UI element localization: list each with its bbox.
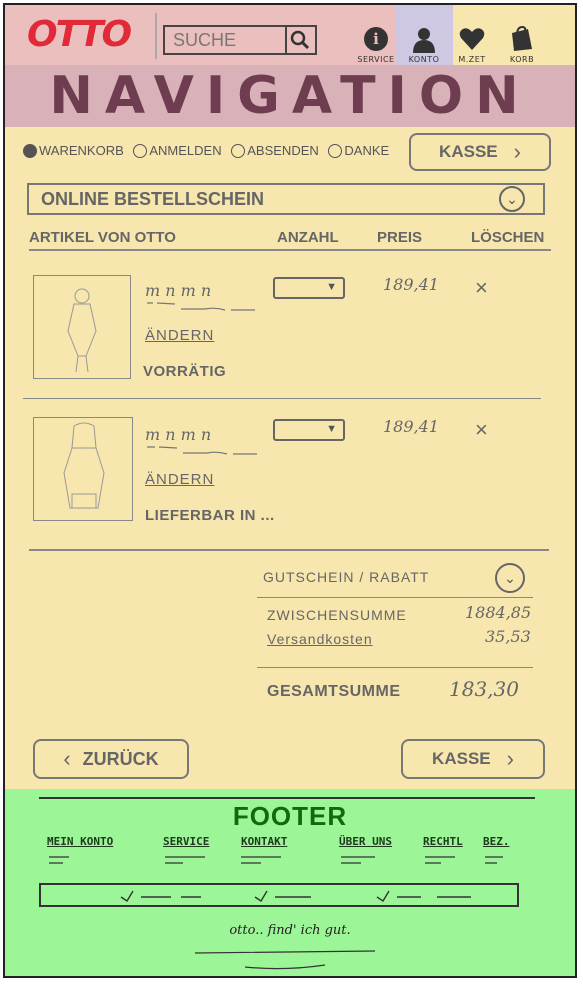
chevron-down-icon[interactable]: ⌄ bbox=[499, 186, 525, 212]
total-value: 183,30 bbox=[449, 677, 519, 701]
page-frame: OTTO i SERVICE KONTO M.ZET bbox=[3, 3, 577, 978]
footer-title: FOOTER bbox=[232, 801, 348, 831]
kasse-bottom-button[interactable]: KASSE › bbox=[401, 739, 545, 779]
subtotal-label: ZWISCHENSUMME bbox=[267, 607, 407, 623]
product-image[interactable] bbox=[33, 275, 131, 379]
shipping-link[interactable]: Versandkosten bbox=[267, 631, 373, 647]
header-divider bbox=[155, 13, 157, 59]
footer-bottom-scribble bbox=[194, 950, 376, 970]
step-label: DANKE bbox=[344, 143, 390, 158]
items-end-divider bbox=[29, 549, 549, 551]
order-form-dropdown[interactable]: ONLINE BESTELLSCHEIN ⌄ bbox=[27, 183, 545, 215]
product-description-scribble bbox=[147, 302, 255, 311]
service-icon: i bbox=[364, 27, 388, 51]
delete-icon[interactable]: × bbox=[475, 417, 488, 443]
shopping-bag-icon bbox=[512, 25, 532, 51]
voucher-divider bbox=[257, 597, 533, 598]
otto-logo[interactable]: OTTO bbox=[27, 13, 132, 57]
footer-link-ueber-uns[interactable]: ÜBER UNS bbox=[339, 835, 392, 848]
item-price: 189,41 bbox=[383, 417, 439, 436]
search-button[interactable] bbox=[285, 27, 315, 53]
footer-link-kontakt[interactable]: KONTAKT bbox=[241, 835, 287, 848]
step-danke[interactable]: DANKE bbox=[328, 143, 389, 158]
chevron-right-icon: › bbox=[513, 139, 521, 164]
footer-payment-bar bbox=[39, 883, 519, 907]
dress-sketch bbox=[63, 422, 105, 509]
konto-icon bbox=[413, 28, 435, 53]
search-input[interactable] bbox=[165, 27, 285, 53]
step-label: WARENKORB bbox=[39, 143, 124, 158]
chevron-left-icon: ‹ bbox=[63, 746, 71, 771]
step-anmelden[interactable]: ANMELDEN bbox=[133, 143, 222, 158]
product-description-scribble bbox=[147, 446, 257, 455]
order-form-title: ONLINE BESTELLSCHEIN bbox=[41, 189, 265, 209]
back-label: ZURÜCK bbox=[82, 748, 159, 769]
kasse-top-label: KASSE bbox=[439, 142, 498, 161]
product-image[interactable] bbox=[33, 417, 133, 521]
footer-top-line bbox=[39, 797, 535, 799]
checkout-steps: WARENKORB ANMELDEN ABSENDEN DANKE bbox=[23, 143, 395, 161]
footer-link-underscribbles bbox=[49, 856, 503, 864]
dress-sketch bbox=[67, 288, 97, 373]
edit-link[interactable]: ÄNDERN bbox=[145, 327, 214, 344]
shipping-value: 35,53 bbox=[485, 627, 531, 646]
dropdown-arrow-icon: ▼ bbox=[326, 281, 337, 293]
footer-link-bez[interactable]: BEZ. bbox=[483, 835, 510, 848]
footer-link-service[interactable]: SERVICE bbox=[163, 835, 209, 848]
subtotal-value: 1884,85 bbox=[465, 603, 532, 622]
product-name-scribble: m n m n bbox=[145, 425, 212, 444]
item-divider bbox=[23, 398, 541, 399]
step-radio bbox=[133, 143, 148, 158]
footer-link-mein-konto[interactable]: MEIN KONTO bbox=[47, 835, 113, 848]
search-box bbox=[163, 25, 317, 55]
step-radio bbox=[328, 143, 343, 158]
step-absenden[interactable]: ABSENDEN bbox=[231, 143, 319, 158]
heart-icon bbox=[459, 28, 485, 50]
col-article: ARTIKEL VON OTTO bbox=[29, 229, 176, 246]
product-name-scribble: m n m n bbox=[145, 281, 212, 300]
chevron-right-icon: › bbox=[506, 746, 514, 771]
navigation-title: NAVIGATION bbox=[49, 66, 531, 126]
step-warenkorb[interactable]: WARENKORB bbox=[23, 143, 124, 158]
footer-payment-scribbles bbox=[120, 890, 471, 902]
total-label: GESAMTSUMME bbox=[267, 683, 401, 700]
service-label: SERVICE bbox=[357, 55, 395, 64]
kasse-top-button[interactable]: KASSE › bbox=[409, 133, 551, 171]
service-button[interactable]: i SERVICE bbox=[351, 25, 401, 64]
col-delete: LÖSCHEN bbox=[471, 229, 545, 246]
korb-button[interactable]: KORB bbox=[497, 25, 547, 64]
step-label: ABSENDEN bbox=[247, 143, 319, 158]
merkzettel-label: M.ZET bbox=[458, 55, 486, 64]
svg-text:i: i bbox=[373, 30, 379, 48]
dropdown-arrow-icon: ▼ bbox=[326, 423, 337, 435]
step-radio bbox=[231, 143, 246, 158]
konto-button[interactable]: KONTO bbox=[399, 25, 449, 64]
edit-link[interactable]: ÄNDERN bbox=[145, 471, 214, 488]
delete-icon[interactable]: × bbox=[475, 275, 488, 301]
kasse-bottom-label: KASSE bbox=[432, 749, 491, 768]
footer-link-rechtl[interactable]: RECHTL bbox=[423, 835, 463, 848]
voucher-chevron-down-icon[interactable]: ⌄ bbox=[495, 563, 525, 593]
col-quantity: ANZAHL bbox=[277, 229, 339, 246]
back-button[interactable]: ‹ ZURÜCK bbox=[33, 739, 189, 779]
header-divider-line bbox=[29, 249, 551, 251]
search-icon bbox=[290, 30, 310, 50]
quantity-dropdown[interactable]: ▼ bbox=[273, 419, 345, 441]
stock-status: VORRÄTIG bbox=[143, 363, 227, 380]
footer-slogan: otto.. find' ich gut. bbox=[229, 923, 351, 938]
step-label: ANMELDEN bbox=[149, 143, 222, 158]
stock-status: LIEFERBAR IN ... bbox=[145, 507, 275, 524]
col-price: PREIS bbox=[377, 229, 423, 246]
item-price: 189,41 bbox=[383, 275, 439, 294]
merkzettel-button[interactable]: M.ZET bbox=[447, 25, 497, 64]
step-radio-active bbox=[23, 143, 37, 158]
quantity-dropdown[interactable]: ▼ bbox=[273, 277, 345, 299]
voucher-label[interactable]: GUTSCHEIN / RABATT bbox=[263, 569, 429, 585]
konto-label: KONTO bbox=[408, 55, 440, 64]
korb-label: KORB bbox=[509, 55, 535, 64]
total-divider bbox=[257, 667, 533, 668]
